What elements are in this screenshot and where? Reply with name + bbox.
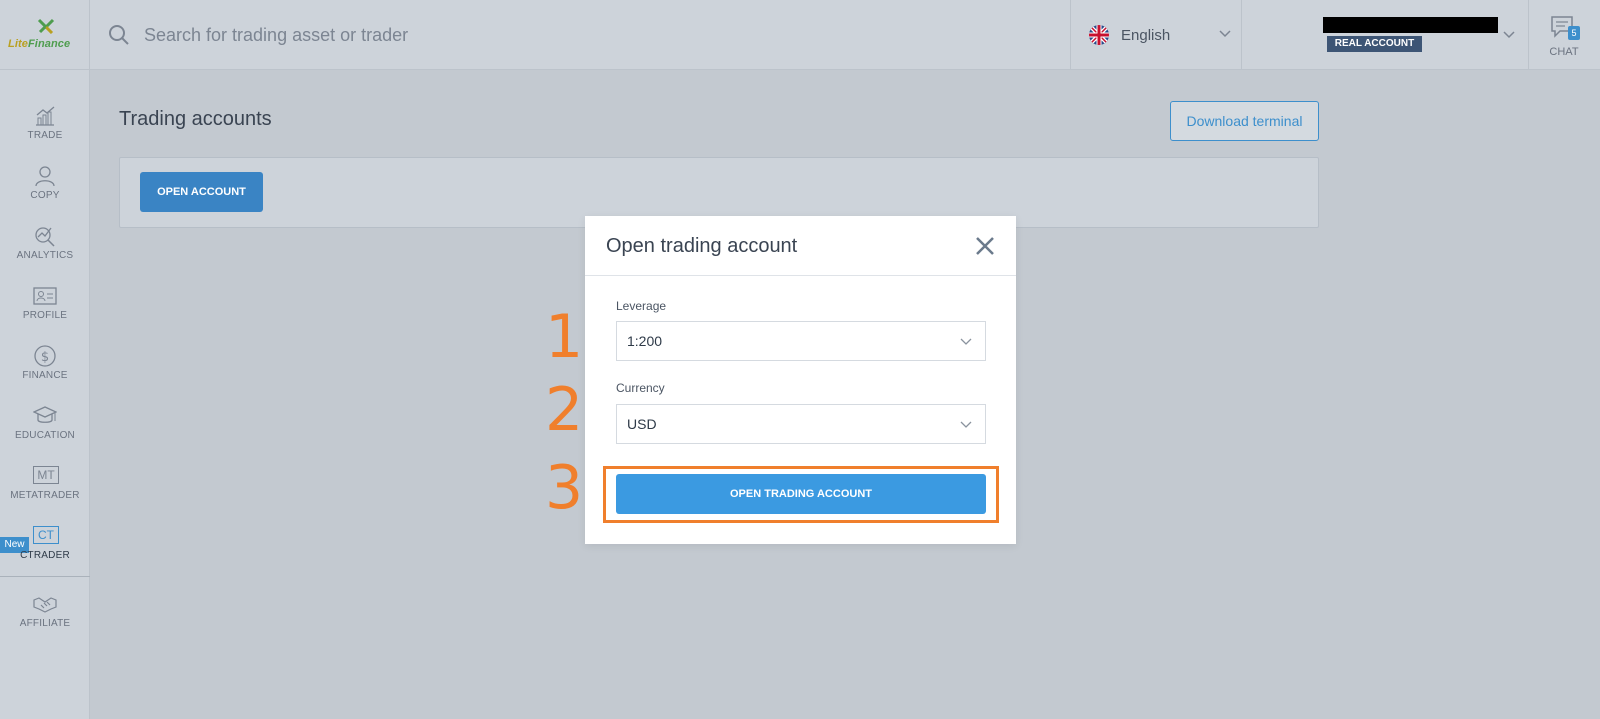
metatrader-icon: MT [33, 466, 59, 484]
user-icon [35, 166, 55, 187]
sidebar-item-copy[interactable]: COPY [0, 164, 90, 220]
language-selector[interactable]: English [1070, 0, 1242, 70]
currency-label: Currency [616, 381, 665, 395]
chat-label: CHAT [1549, 46, 1579, 58]
sidebar-item-affiliate[interactable]: AFFILIATE [0, 592, 90, 648]
sidebar-item-analytics[interactable]: ANALYTICS [0, 224, 90, 280]
sidebar-item-metatrader[interactable]: MT METATRADER [0, 464, 90, 520]
step-number-3: 3 [545, 453, 584, 523]
modal-title: Open trading account [606, 235, 798, 257]
sidebar-item-label: METATRADER [10, 490, 80, 501]
currency-select[interactable]: USD [616, 404, 986, 444]
ctrader-icon: CT [33, 526, 59, 544]
sidebar-item-finance[interactable]: $ FINANCE [0, 344, 90, 400]
sidebar-item-label: TRADE [27, 130, 63, 141]
download-terminal-button[interactable]: Download terminal [1170, 101, 1319, 141]
highlight-box [603, 466, 999, 523]
open-account-button[interactable]: OPEN ACCOUNT [140, 172, 263, 212]
logo-icon [37, 18, 55, 34]
sidebar-item-education[interactable]: EDUCATION [0, 404, 90, 460]
chat-count-badge: 5 [1568, 26, 1580, 40]
analytics-icon [35, 227, 55, 247]
leverage-value: 1:200 [627, 333, 663, 349]
sidebar: TRADE COPY ANALYTICS PROFILE $ FINANCE E… [0, 70, 90, 719]
svg-text:$: $ [41, 350, 49, 365]
sidebar-item-ctrader[interactable]: CT CTRADER [0, 524, 90, 580]
chevron-down-icon [1503, 31, 1515, 39]
sidebar-item-trade[interactable]: TRADE [0, 104, 90, 160]
graduation-cap-icon [33, 406, 57, 423]
sidebar-item-label: PROFILE [22, 310, 68, 321]
step-number-2: 2 [545, 375, 584, 445]
chevron-down-icon [960, 338, 972, 345]
search-bar[interactable]: Search for trading asset or trader [108, 22, 1008, 50]
leverage-label: Leverage [616, 299, 667, 313]
sidebar-item-label: EDUCATION [15, 430, 75, 441]
language-label: English [1121, 27, 1171, 44]
chevron-down-icon [1219, 30, 1231, 38]
chat-button[interactable]: 5 CHAT [1530, 0, 1600, 70]
sidebar-item-label: COPY [30, 190, 60, 201]
sidebar-divider [0, 576, 90, 577]
redacted-account-name [1323, 17, 1498, 33]
leverage-select[interactable]: 1:200 [616, 321, 986, 361]
chevron-down-icon [960, 421, 972, 428]
dollar-icon: $ [34, 345, 56, 367]
sidebar-item-label: FINANCE [22, 370, 68, 381]
page-title: Trading accounts [119, 108, 272, 130]
logo-text: LiteFinance [8, 38, 71, 50]
sidebar-item-label: AFFILIATE [19, 618, 71, 629]
sidebar-item-label: ANALYTICS [16, 250, 74, 261]
currency-value: USD [627, 416, 657, 432]
search-input[interactable]: Search for trading asset or trader [144, 25, 408, 46]
sidebar-item-label: CTRADER [20, 550, 70, 561]
uk-flag-icon [1089, 25, 1109, 45]
logo[interactable]: LiteFinance [0, 0, 90, 70]
search-icon [109, 25, 129, 45]
account-type-badge: REAL ACCOUNT [1327, 36, 1422, 52]
chart-icon [36, 106, 55, 126]
close-icon[interactable] [974, 235, 996, 257]
handshake-icon [33, 597, 57, 613]
account-selector[interactable]: REAL ACCOUNT [1243, 0, 1529, 70]
top-header: LiteFinance Search for trading asset or … [0, 0, 1600, 70]
modal-header: Open trading account [585, 216, 1016, 276]
id-card-icon [33, 287, 57, 305]
step-number-1: 1 [545, 302, 584, 372]
sidebar-item-profile[interactable]: PROFILE [0, 284, 90, 340]
